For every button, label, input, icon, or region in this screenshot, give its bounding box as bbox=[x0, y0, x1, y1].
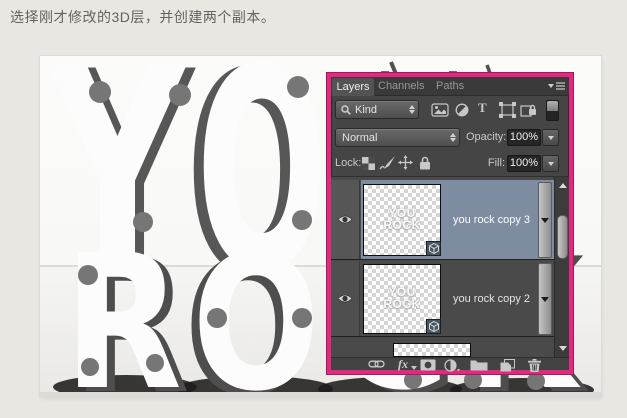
smart-objects-filter-icon[interactable] bbox=[520, 102, 537, 118]
search-icon bbox=[341, 105, 351, 115]
layer-name[interactable]: you rock copy 2 bbox=[453, 261, 530, 336]
filter-kind-label: Kind bbox=[355, 104, 377, 116]
scrollbar-thumb[interactable] bbox=[557, 215, 568, 259]
pixel-layers-filter-icon[interactable] bbox=[431, 103, 449, 117]
3d-layer-badge bbox=[426, 241, 441, 256]
chevron-down-icon bbox=[548, 162, 554, 166]
link-layers-icon[interactable] bbox=[368, 359, 385, 369]
filter-toggle-knob bbox=[547, 101, 558, 111]
opacity-value[interactable]: 100% bbox=[507, 129, 541, 146]
layer-row-you-rock-copy-2[interactable]: YOU ROCK you rock copy 2 bbox=[331, 261, 554, 337]
blend-mode-value: Normal bbox=[342, 132, 377, 144]
thumbnail-text-line2: ROCK bbox=[364, 219, 440, 231]
opacity-dropdown-button[interactable] bbox=[542, 129, 559, 146]
partial-layer-thumbnail[interactable] bbox=[393, 343, 471, 357]
opacity-label: Opacity: bbox=[466, 128, 506, 147]
fill-dropdown-button[interactable] bbox=[542, 155, 559, 172]
layers-list: YOU ROCK you rock copy 3 bbox=[331, 176, 569, 357]
type-layers-filter-icon[interactable]: T bbox=[478, 101, 487, 115]
adjustment-layers-filter-icon[interactable] bbox=[455, 103, 469, 117]
layer-thumbnail[interactable]: YOU ROCK bbox=[363, 184, 441, 256]
thumbnail-text-line2: ROCK bbox=[364, 298, 440, 310]
3d-cube-icon bbox=[429, 321, 439, 332]
tab-channels[interactable]: Channels bbox=[378, 77, 424, 96]
dropdown-spinner-icon bbox=[409, 105, 415, 114]
panel-bottom-toolbar: fx bbox=[331, 357, 569, 370]
letter-O2: O bbox=[192, 215, 320, 397]
3d-cube-icon bbox=[429, 243, 439, 254]
lock-position-move-icon[interactable] bbox=[398, 155, 413, 170]
scroll-down-icon[interactable] bbox=[559, 346, 567, 351]
chevron-down-icon bbox=[548, 136, 554, 140]
tutorial-caption: 选择刚才修改的3D层，并创建两个副本。 bbox=[10, 7, 275, 27]
panel-menu-icon[interactable] bbox=[548, 82, 565, 91]
fill-value[interactable]: 100% bbox=[507, 155, 541, 172]
new-layer-icon[interactable] bbox=[500, 359, 515, 372]
layers-panel: Layers Channels Paths Kind T bbox=[327, 73, 573, 374]
layer-mask-icon[interactable] bbox=[420, 359, 436, 371]
layer-row-you-rock-copy-3[interactable]: YOU ROCK you rock copy 3 bbox=[331, 180, 554, 260]
dropdown-spinner-icon bbox=[450, 133, 456, 142]
layers-scrollbar[interactable] bbox=[554, 177, 569, 357]
eye-icon[interactable] bbox=[337, 293, 353, 304]
layer-thumbnail[interactable]: YOU ROCK bbox=[363, 264, 441, 334]
delete-layer-trash-icon[interactable] bbox=[528, 359, 541, 372]
layer-row-scroll-strip[interactable] bbox=[538, 182, 552, 258]
3d-layer-badge bbox=[426, 319, 441, 334]
canvas-front-edge bbox=[40, 392, 601, 397]
filter-kind-dropdown[interactable]: Kind bbox=[335, 100, 419, 119]
tab-layers[interactable]: Layers bbox=[332, 78, 374, 96]
fill-label: Fill: bbox=[481, 154, 505, 173]
panel-tab-bar: Layers Channels Paths bbox=[331, 77, 569, 96]
layer-style-fx-icon[interactable]: fx bbox=[398, 359, 408, 370]
layer-row-scroll-strip[interactable] bbox=[538, 263, 552, 335]
shape-layers-filter-icon[interactable] bbox=[499, 102, 516, 118]
scroll-up-icon[interactable] bbox=[559, 183, 567, 188]
chevron-down-icon bbox=[541, 218, 549, 223]
new-group-folder-icon[interactable] bbox=[470, 359, 488, 371]
fx-chevron-icon bbox=[411, 366, 417, 370]
visibility-cell[interactable] bbox=[331, 180, 360, 259]
filter-toggle-switch[interactable] bbox=[546, 100, 559, 121]
lock-all-padlock-icon[interactable] bbox=[419, 156, 431, 170]
blend-mode-dropdown[interactable]: Normal bbox=[335, 128, 460, 147]
chevron-down-icon bbox=[541, 297, 549, 302]
tab-paths[interactable]: Paths bbox=[436, 77, 464, 96]
adjustment-layer-icon[interactable] bbox=[444, 359, 460, 372]
eye-icon[interactable] bbox=[337, 214, 353, 225]
lock-paint-brush-icon[interactable] bbox=[379, 155, 396, 170]
visibility-cell[interactable] bbox=[331, 261, 360, 336]
layer-name[interactable]: you rock copy 3 bbox=[453, 180, 530, 259]
lock-transparent-pixels-icon[interactable] bbox=[362, 157, 375, 170]
lock-label: Lock: bbox=[335, 154, 361, 173]
